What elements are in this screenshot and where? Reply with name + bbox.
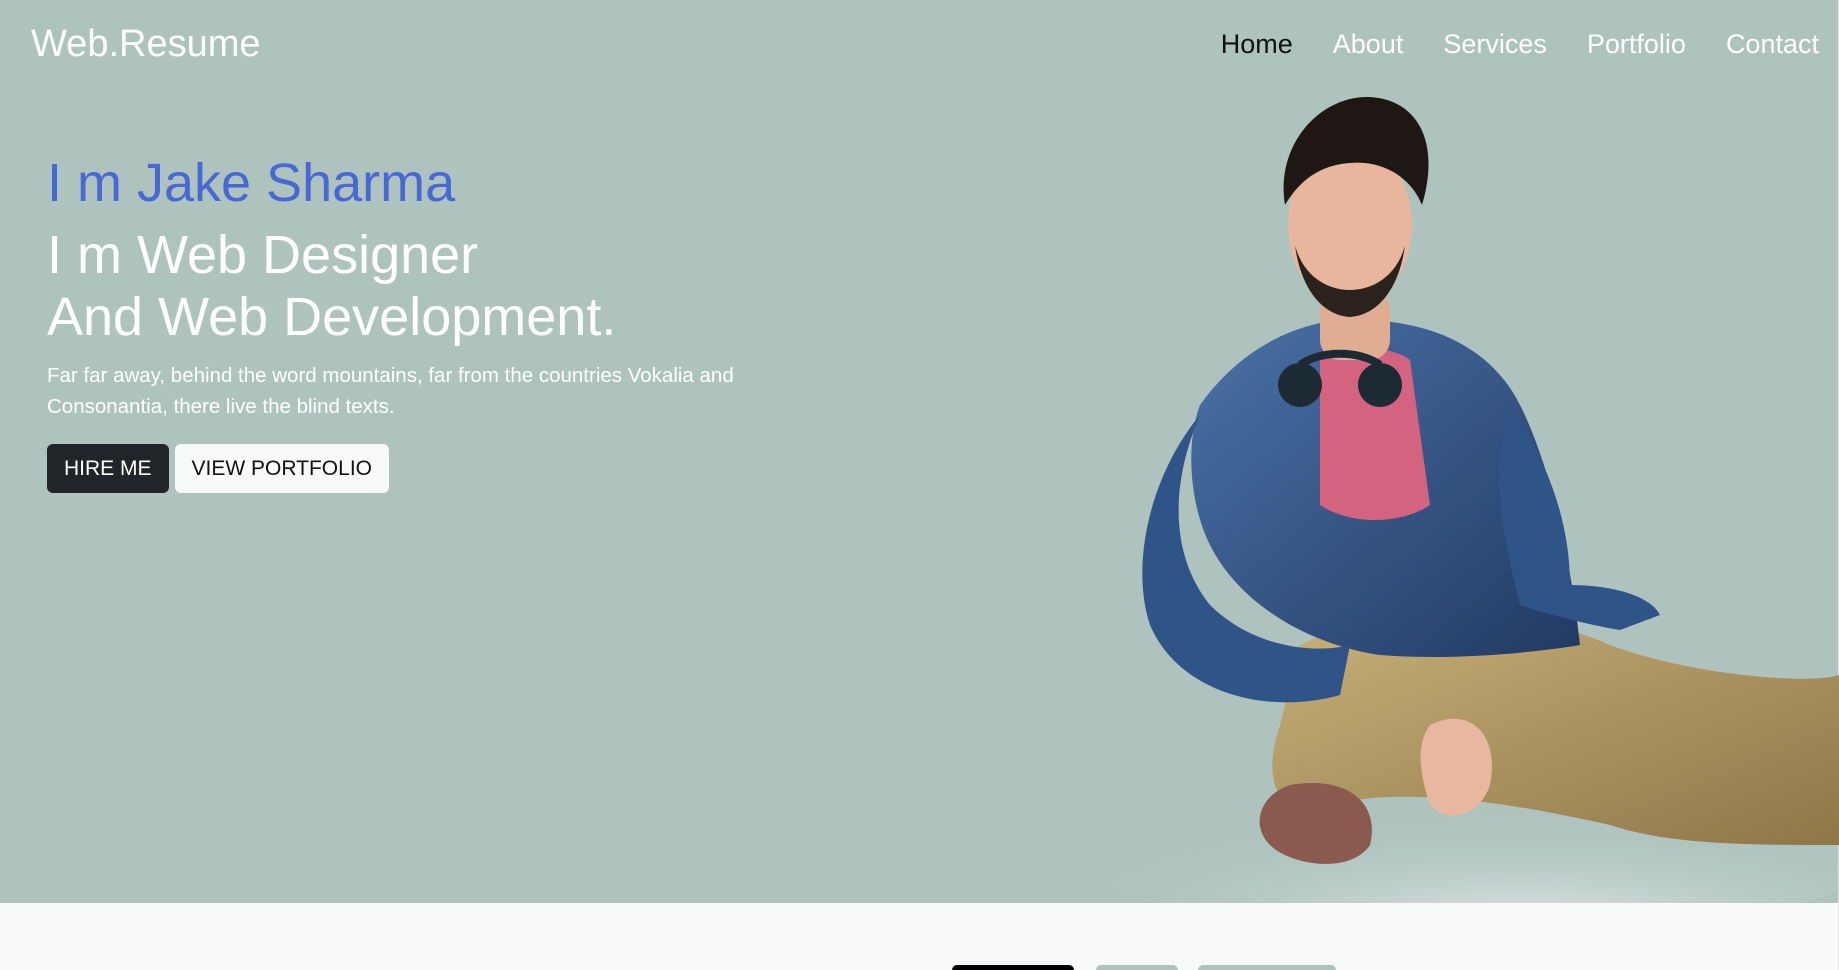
hero-title-line-2: And Web Development.	[47, 287, 617, 347]
hero-description: Far far away, behind the word mountains,…	[47, 364, 734, 418]
hero-name: I m Jake Sharma	[47, 153, 456, 213]
portrait-image	[1060, 96, 1839, 903]
nav-link-about[interactable]: About	[1313, 29, 1424, 60]
hire-me-button[interactable]: HIRE ME	[47, 444, 169, 493]
hero-text-block: I m Jake Sharma I m Web Designer And Web…	[47, 150, 847, 493]
headphone-left-icon	[1278, 363, 1322, 407]
right-arm	[1499, 405, 1660, 630]
view-portfolio-button[interactable]: VIEW PORTFOLIO	[174, 444, 389, 493]
nav-link-services[interactable]: Services	[1423, 29, 1567, 60]
brand-logo[interactable]: Web.Resume	[31, 23, 261, 66]
hero-title: I m Web Designer And Web Development.	[47, 224, 847, 348]
headphone-right-icon	[1358, 363, 1402, 407]
hero-buttons: HIRE ME VIEW PORTFOLIO	[47, 444, 847, 493]
nav-link-portfolio[interactable]: Portfolio	[1567, 29, 1706, 60]
filter-button-2[interactable]	[1096, 965, 1178, 970]
portfolio-filter-buttons	[0, 965, 1839, 970]
nav-link-home[interactable]: Home	[1201, 29, 1313, 60]
nav-link-contact[interactable]: Contact	[1706, 29, 1819, 60]
page: Web.Resume Home About Services Portfolio…	[0, 0, 1839, 970]
filter-button-3[interactable]	[1198, 965, 1336, 970]
navbar: Web.Resume Home About Services Portfolio…	[0, 0, 1839, 88]
nav-links: Home About Services Portfolio Contact	[1201, 29, 1819, 60]
hero-title-line-1: I m Web Designer	[47, 225, 479, 285]
filter-button-1[interactable]	[952, 965, 1074, 970]
hero-section: Web.Resume Home About Services Portfolio…	[0, 0, 1839, 903]
bottom-section	[0, 903, 1839, 970]
hand	[1420, 718, 1492, 816]
